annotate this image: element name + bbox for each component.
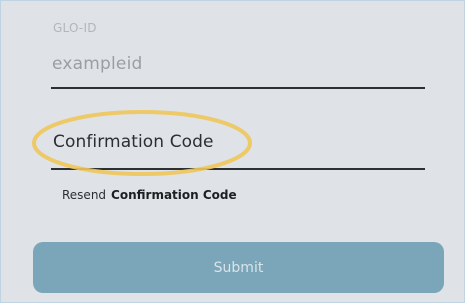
resend-label: Resend [62,188,107,202]
glo-id-underline [51,87,425,89]
login-form-panel: GLO-ID exampleid Confirmation Code Resen… [0,0,465,303]
submit-button[interactable]: Submit [33,242,444,293]
confirmation-code-input[interactable]: Confirmation Code [53,132,214,152]
glo-id-input[interactable]: exampleid [52,54,143,74]
glo-id-label: GLO-ID [53,21,97,35]
confirmation-code-underline [51,168,425,170]
resend-confirmation-code-link[interactable]: Confirmation Code [111,188,237,202]
resend-row: Resend Confirmation Code [62,188,237,202]
